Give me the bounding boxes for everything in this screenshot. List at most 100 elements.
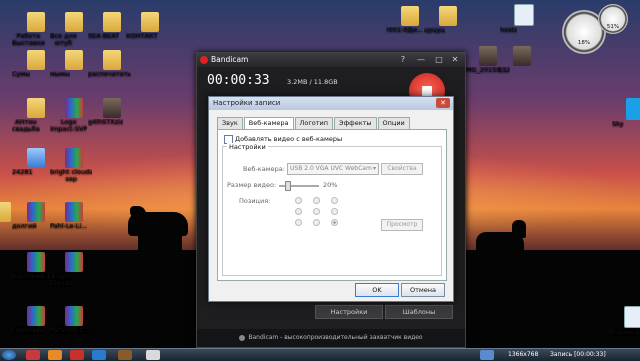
winrar-archive-icon	[27, 252, 45, 272]
video-size-label: Размер видео:	[227, 181, 277, 189]
horse-silhouette-right-legs	[482, 252, 520, 278]
winrar-archive-icon	[27, 306, 45, 326]
cancel-button[interactable]: Отмена	[401, 283, 445, 297]
settings-group: Настройки Веб-камера: USB 2.0 VGA UVC We…	[222, 143, 442, 276]
add-webcam-label: Добавлять видео с веб-камеры	[235, 135, 343, 143]
webcam-select[interactable]: USB 2.0 VGA UVC WebCam ▾	[287, 163, 379, 175]
spreadsheet-icon	[27, 148, 45, 168]
bandicam-footer-text: Bandicam - высокопроизводительный захват…	[248, 334, 423, 341]
text-file-icon	[514, 4, 534, 26]
taskbar-app-icon[interactable]	[48, 350, 62, 360]
bandicam-footer: Bandicam - высокопроизводительный захват…	[197, 329, 465, 347]
video-size-value: 20%	[323, 181, 338, 189]
desktop-icon[interactable]: распечатать	[88, 48, 136, 94]
image-file-icon	[103, 98, 121, 118]
image-file-icon	[479, 46, 497, 66]
bandicam-titlebar[interactable]: Bandicam ? — □ ✕	[197, 53, 465, 67]
position-radio[interactable]	[295, 219, 302, 226]
settings-tabs: Звук Веб-камера Логотип Эффекты Опции	[217, 117, 411, 130]
preview-button[interactable]: Просмотр	[381, 219, 423, 231]
desktop-icon[interactable]: hosts	[500, 2, 548, 48]
desktop-icon[interactable]: Particles-L...	[50, 304, 98, 350]
taskbar-recording-status[interactable]: Запись [00:00:33]	[550, 349, 606, 361]
horse-silhouette-left-head	[130, 206, 146, 218]
memory-gauge: 51%	[598, 4, 628, 34]
position-radio[interactable]	[331, 197, 338, 204]
winrar-archive-icon	[27, 202, 45, 222]
recycle-bin-icon	[624, 306, 640, 328]
desktop-icon[interactable]: Sky	[612, 96, 640, 142]
desktop-icon[interactable]: ntakte	[0, 200, 26, 246]
desktop-icon[interactable]: Pahl-Le-Li...	[50, 200, 98, 246]
video-size-slider[interactable]	[285, 181, 291, 191]
tab-sound[interactable]: Звук	[217, 117, 243, 129]
settings-group-label: Настройки	[227, 143, 268, 151]
folder-icon	[27, 98, 45, 118]
help-button[interactable]: ?	[397, 55, 409, 65]
maximize-button[interactable]: □	[433, 55, 445, 65]
desktop-icon[interactable]: bright clouds sep	[50, 146, 98, 192]
folder-icon	[27, 12, 45, 32]
properties-button[interactable]: Свойства	[381, 163, 423, 175]
close-button[interactable]: ✕	[449, 55, 461, 65]
folder-icon	[65, 12, 83, 32]
dialog-titlebar[interactable]: Настройки записи ✕	[209, 97, 453, 110]
folder-icon	[103, 50, 121, 70]
desktop-icon[interactable]: Корзина	[610, 304, 640, 350]
dialog-close-button[interactable]: ✕	[436, 98, 450, 108]
desktop-icon[interactable]: Bright Clouds	[50, 250, 98, 296]
position-radio[interactable]	[295, 208, 302, 215]
taskbar-app-icon[interactable]	[146, 350, 160, 360]
cpu-meter-gadget[interactable]: 18% 51%	[560, 2, 630, 62]
folder-icon	[103, 12, 121, 32]
settings-button[interactable]: Настройки	[315, 305, 383, 319]
tab-effects[interactable]: Эффекты	[334, 117, 377, 129]
winrar-archive-icon	[65, 306, 83, 326]
position-radio[interactable]	[331, 219, 338, 226]
file-size: 3.2MB / 11.8GB	[287, 78, 338, 86]
chevron-down-icon: ▾	[372, 165, 376, 172]
taskbar-resolution: 1366x768	[508, 351, 539, 358]
winrar-archive-icon	[65, 148, 83, 168]
recording-timer: 00:00:33	[207, 73, 270, 88]
folder-icon	[141, 12, 159, 32]
position-radio[interactable]	[313, 208, 320, 215]
horse-silhouette-right-head	[512, 220, 526, 238]
minimize-button[interactable]: —	[415, 55, 427, 65]
tab-logo[interactable]: Логотип	[294, 117, 334, 129]
folder-icon	[0, 202, 11, 222]
taskbar-app-icon[interactable]	[118, 350, 132, 360]
position-radio[interactable]	[313, 197, 320, 204]
webcam-label: Веб-камера:	[243, 165, 285, 173]
ok-button[interactable]: OK	[355, 283, 399, 297]
record-settings-dialog: Настройки записи ✕ Звук Веб-камера Логот…	[208, 96, 454, 302]
skype-icon	[626, 98, 640, 120]
bandicam-logo-icon	[200, 56, 208, 64]
position-label: Позиция:	[239, 197, 271, 205]
stop-icon	[422, 86, 432, 96]
templates-button[interactable]: Шаблоны	[385, 305, 453, 319]
folder-icon	[439, 6, 457, 26]
winrar-archive-icon	[65, 252, 83, 272]
folder-icon	[65, 50, 83, 70]
bandicam-footer-logo-icon	[239, 334, 246, 341]
folder-icon	[27, 50, 45, 70]
desktop-icon[interactable]: g4lhSTXzis	[88, 96, 136, 142]
start-button[interactable]	[2, 350, 16, 360]
desktop-icon[interactable]: 232	[498, 44, 546, 90]
taskbar-app-icon[interactable]	[70, 350, 84, 360]
horse-silhouette-left-legs	[138, 232, 182, 252]
bandicam-title: Bandicam	[211, 55, 249, 64]
taskbar-app-icon[interactable]	[92, 350, 106, 360]
tab-options[interactable]: Опции	[377, 117, 410, 129]
position-radio[interactable]	[331, 208, 338, 215]
taskbar-app-icon[interactable]	[480, 350, 494, 360]
webcam-select-value: USB 2.0 VGA UVC WebCam	[290, 165, 372, 172]
winrar-archive-icon	[65, 98, 83, 118]
image-file-icon	[513, 46, 531, 66]
position-radio[interactable]	[313, 219, 320, 226]
position-radio[interactable]	[295, 197, 302, 204]
taskbar: 1366x768 Запись [00:00:33]	[0, 348, 640, 361]
taskbar-app-icon[interactable]	[26, 350, 40, 360]
folder-icon	[401, 6, 419, 26]
